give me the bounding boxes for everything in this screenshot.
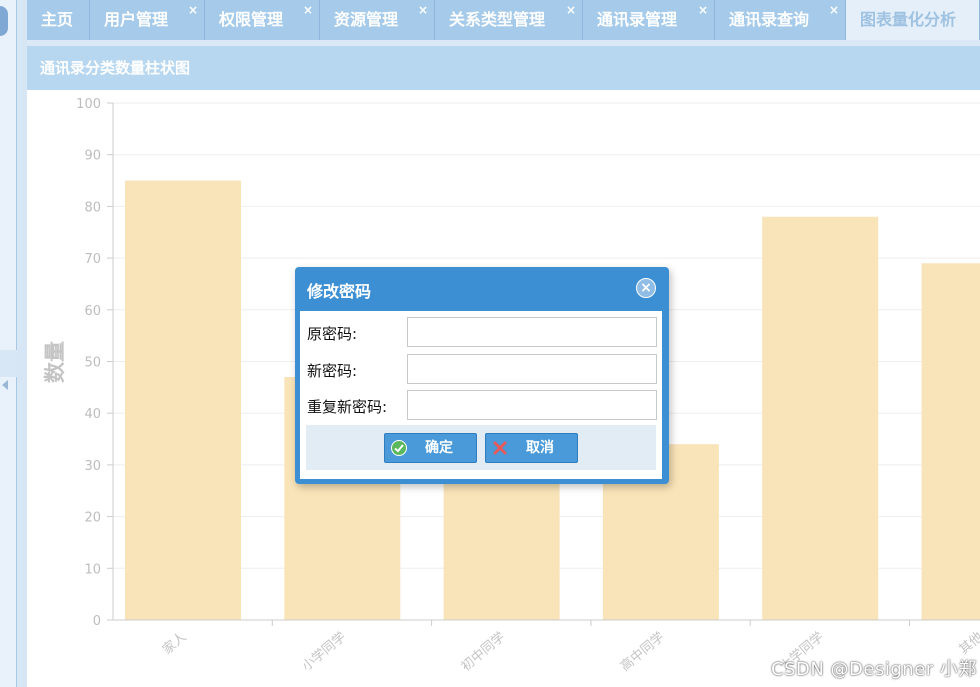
- change-password-dialog: 修改密码 × 原密码: 新密码: 重复新密码: 确定 取消: [295, 267, 669, 484]
- y-axis-label: 数量: [43, 341, 67, 383]
- cross-icon: [493, 441, 507, 455]
- close-icon[interactable]: ×: [566, 4, 576, 16]
- close-icon[interactable]: ×: [418, 4, 428, 16]
- y-tick-label: 70: [84, 252, 101, 267]
- tab-label: 用户管理: [104, 10, 169, 29]
- chevron-left-icon[interactable]: [2, 380, 8, 390]
- tab-contacts-management[interactable]: 通讯录管理 ×: [583, 0, 715, 40]
- y-tick-label: 20: [84, 511, 101, 526]
- tab-user-management[interactable]: 用户管理 ×: [90, 0, 205, 40]
- y-tick-label: 50: [84, 356, 101, 371]
- y-tick-label: 60: [84, 304, 101, 319]
- confirm-button-label: 确定: [425, 440, 453, 456]
- tab-relation-type-management[interactable]: 关系类型管理 ×: [435, 0, 583, 40]
- repeat-password-label: 重复新密码:: [307, 398, 388, 416]
- close-icon[interactable]: ×: [829, 4, 839, 16]
- tab-label: 通讯录查询: [729, 10, 810, 29]
- tab-home[interactable]: 主页: [27, 0, 90, 40]
- sidebar-collapse-handle[interactable]: [0, 6, 8, 36]
- y-tick-label: 80: [84, 200, 101, 215]
- y-tick-label: 0: [93, 614, 101, 629]
- tab-label: 图表量化分析: [860, 10, 957, 29]
- close-icon[interactable]: ×: [188, 4, 198, 16]
- tab-contacts-query[interactable]: 通讯录查询 ×: [715, 0, 846, 40]
- panel-header: 通讯录分类数量柱状图: [27, 46, 980, 90]
- main-frame-border: [17, 0, 27, 687]
- tab-chart-analysis[interactable]: 图表量化分析: [846, 0, 980, 40]
- y-tick-label: 30: [84, 459, 101, 474]
- old-password-input[interactable]: [407, 317, 657, 347]
- dialog-title: 修改密码: [307, 282, 372, 301]
- bar: [762, 216, 879, 620]
- y-tick-label: 10: [84, 562, 101, 577]
- tab-permission-management[interactable]: 权限管理 ×: [205, 0, 320, 40]
- x-tick-label: 其他: [957, 630, 980, 658]
- watermark: CSDN @Designer 小郑: [771, 659, 977, 680]
- panel-title: 通讯录分类数量柱状图: [40, 59, 191, 77]
- dialog-button-bar: 确定 取消: [306, 425, 656, 470]
- new-password-label: 新密码:: [307, 362, 358, 380]
- close-icon[interactable]: ×: [698, 4, 708, 16]
- tab-label: 资源管理: [334, 10, 399, 29]
- confirm-button[interactable]: 确定: [384, 433, 477, 463]
- y-tick-label: 100: [76, 97, 101, 112]
- check-circle-icon: [391, 440, 407, 456]
- left-sidebar: [0, 0, 17, 687]
- cancel-button[interactable]: 取消: [485, 433, 578, 463]
- sidebar-expand-knob[interactable]: [0, 350, 17, 377]
- bar: [125, 180, 241, 621]
- new-password-input[interactable]: [407, 354, 657, 384]
- x-tick-label: 小学同学: [299, 629, 349, 675]
- cancel-button-label: 取消: [526, 440, 554, 456]
- tab-resource-management[interactable]: 资源管理 ×: [320, 0, 435, 40]
- x-tick-label: 初中同学: [458, 629, 508, 675]
- y-tick-label: 90: [84, 149, 101, 164]
- old-password-label: 原密码:: [307, 325, 358, 343]
- left-sidebar-panel: [0, 0, 17, 687]
- bar: [921, 263, 980, 620]
- y-tick-label: 40: [84, 407, 101, 422]
- tab-label: 权限管理: [219, 10, 284, 29]
- x-tick-label: 家人: [159, 629, 189, 658]
- close-circle-icon[interactable]: ×: [636, 278, 656, 298]
- repeat-password-input[interactable]: [407, 390, 657, 420]
- tab-label: 主页: [41, 10, 74, 29]
- tab-label: 通讯录管理: [597, 10, 678, 29]
- x-tick-label: 高中同学: [617, 629, 667, 675]
- close-icon[interactable]: ×: [303, 4, 313, 16]
- dialog-body: 原密码: 新密码: 重复新密码: 确定 取消: [300, 311, 662, 479]
- tab-label: 关系类型管理: [449, 10, 546, 29]
- tab-strip: 主页 用户管理 × 权限管理 × 资源管理 × 关系类型管理 × 通讯录管理 ×…: [27, 0, 980, 40]
